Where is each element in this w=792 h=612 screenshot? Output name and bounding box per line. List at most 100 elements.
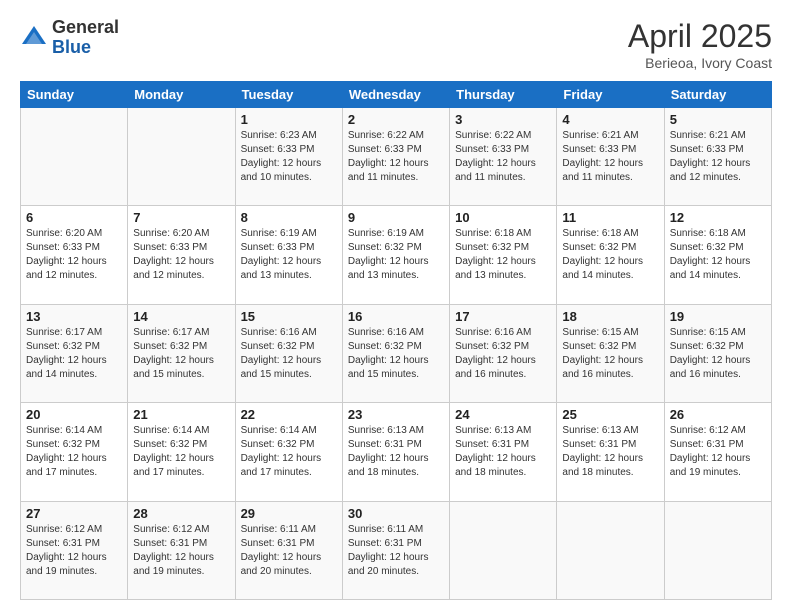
calendar-cell: 11 Sunrise: 6:18 AM Sunset: 6:32 PM Dayli… bbox=[557, 206, 664, 304]
day-header-wednesday: Wednesday bbox=[342, 82, 449, 108]
day-number: 30 bbox=[348, 506, 444, 521]
day-number: 10 bbox=[455, 210, 551, 225]
calendar-cell: 20Sunrise: 6:14 AM Sunset: 6:32 PM Dayli… bbox=[21, 403, 128, 501]
day-info: Sunrise: 6:14 AM Sunset: 6:32 PM Dayligh… bbox=[241, 424, 337, 480]
day-info: Sunrise: 6:16 AM Sunset: 6:32 PM Dayligh… bbox=[455, 326, 551, 382]
calendar-cell: 9 Sunrise: 6:19 AM Sunset: 6:32 PM Daylig… bbox=[342, 206, 449, 304]
day-info: Sunrise: 6:20 AM Sunset: 6:33 PM Dayligh… bbox=[26, 227, 122, 283]
calendar-cell: 22 Sunrise: 6:14 AM Sunset: 6:32 PM Dayli… bbox=[235, 403, 342, 501]
day-number: 9 bbox=[348, 210, 444, 225]
day-number: 8 bbox=[241, 210, 337, 225]
week-row-4: 20Sunrise: 6:14 AM Sunset: 6:32 PM Dayli… bbox=[21, 403, 772, 501]
day-number: 16 bbox=[348, 309, 444, 324]
logo-general: General bbox=[52, 18, 119, 38]
logo-blue: Blue bbox=[52, 38, 119, 58]
day-number: 13 bbox=[26, 309, 122, 324]
day-info: Sunrise: 6:12 AM Sunset: 6:31 PM Dayligh… bbox=[670, 424, 766, 480]
calendar-cell: 29Sunrise: 6:11 AM Sunset: 6:31 PM Dayli… bbox=[235, 501, 342, 599]
week-row-5: 27 Sunrise: 6:12 AM Sunset: 6:31 PM Dayli… bbox=[21, 501, 772, 599]
day-info: Sunrise: 6:14 AM Sunset: 6:32 PM Dayligh… bbox=[26, 424, 122, 480]
day-number: 18 bbox=[562, 309, 658, 324]
day-number: 21 bbox=[133, 407, 229, 422]
calendar-cell: 3 Sunrise: 6:22 AM Sunset: 6:33 PM Daylig… bbox=[450, 108, 557, 206]
day-number: 3 bbox=[455, 112, 551, 127]
week-row-3: 13 Sunrise: 6:17 AM Sunset: 6:32 PM Dayli… bbox=[21, 304, 772, 402]
day-info: Sunrise: 6:13 AM Sunset: 6:31 PM Dayligh… bbox=[455, 424, 551, 480]
day-header-tuesday: Tuesday bbox=[235, 82, 342, 108]
day-info: Sunrise: 6:16 AM Sunset: 6:32 PM Dayligh… bbox=[348, 326, 444, 382]
day-info: Sunrise: 6:21 AM Sunset: 6:33 PM Dayligh… bbox=[670, 129, 766, 185]
calendar-cell: 12 Sunrise: 6:18 AM Sunset: 6:32 PM Dayli… bbox=[664, 206, 771, 304]
day-info: Sunrise: 6:12 AM Sunset: 6:31 PM Dayligh… bbox=[26, 523, 122, 579]
day-number: 24 bbox=[455, 407, 551, 422]
calendar-cell: 5 Sunrise: 6:21 AM Sunset: 6:33 PM Daylig… bbox=[664, 108, 771, 206]
day-info: Sunrise: 6:18 AM Sunset: 6:32 PM Dayligh… bbox=[562, 227, 658, 283]
day-number: 2 bbox=[348, 112, 444, 127]
logo: General Blue bbox=[20, 18, 119, 58]
calendar-cell bbox=[664, 501, 771, 599]
calendar-cell: 17 Sunrise: 6:16 AM Sunset: 6:32 PM Dayli… bbox=[450, 304, 557, 402]
day-info: Sunrise: 6:16 AM Sunset: 6:32 PM Dayligh… bbox=[241, 326, 337, 382]
calendar-cell: 10Sunrise: 6:18 AM Sunset: 6:32 PM Dayli… bbox=[450, 206, 557, 304]
day-info: Sunrise: 6:22 AM Sunset: 6:33 PM Dayligh… bbox=[348, 129, 444, 185]
day-number: 4 bbox=[562, 112, 658, 127]
day-info: Sunrise: 6:22 AM Sunset: 6:33 PM Dayligh… bbox=[455, 129, 551, 185]
day-info: Sunrise: 6:13 AM Sunset: 6:31 PM Dayligh… bbox=[562, 424, 658, 480]
calendar-cell bbox=[450, 501, 557, 599]
location: Berieoa, Ivory Coast bbox=[628, 55, 772, 71]
calendar-cell: 15Sunrise: 6:16 AM Sunset: 6:32 PM Dayli… bbox=[235, 304, 342, 402]
month-title: April 2025 bbox=[628, 18, 772, 55]
calendar-cell: 24 Sunrise: 6:13 AM Sunset: 6:31 PM Dayli… bbox=[450, 403, 557, 501]
day-number: 5 bbox=[670, 112, 766, 127]
calendar-cell: 23Sunrise: 6:13 AM Sunset: 6:31 PM Dayli… bbox=[342, 403, 449, 501]
day-number: 25 bbox=[562, 407, 658, 422]
day-number: 28 bbox=[133, 506, 229, 521]
title-block: April 2025 Berieoa, Ivory Coast bbox=[628, 18, 772, 71]
calendar-cell: 25 Sunrise: 6:13 AM Sunset: 6:31 PM Dayli… bbox=[557, 403, 664, 501]
day-number: 27 bbox=[26, 506, 122, 521]
day-number: 29 bbox=[241, 506, 337, 521]
day-number: 1 bbox=[241, 112, 337, 127]
logo-text: General Blue bbox=[52, 18, 119, 58]
day-number: 19 bbox=[670, 309, 766, 324]
day-number: 7 bbox=[133, 210, 229, 225]
calendar-cell: 28 Sunrise: 6:12 AM Sunset: 6:31 PM Dayli… bbox=[128, 501, 235, 599]
day-number: 17 bbox=[455, 309, 551, 324]
day-info: Sunrise: 6:12 AM Sunset: 6:31 PM Dayligh… bbox=[133, 523, 229, 579]
day-number: 12 bbox=[670, 210, 766, 225]
calendar-cell: 13Sunrise: 6:17 AM Sunset: 6:32 PM Dayli… bbox=[21, 304, 128, 402]
day-info: Sunrise: 6:20 AM Sunset: 6:33 PM Dayligh… bbox=[133, 227, 229, 283]
day-info: Sunrise: 6:18 AM Sunset: 6:32 PM Dayligh… bbox=[670, 227, 766, 283]
calendar-cell: 7 Sunrise: 6:20 AM Sunset: 6:33 PM Daylig… bbox=[128, 206, 235, 304]
day-info: Sunrise: 6:11 AM Sunset: 6:31 PM Dayligh… bbox=[348, 523, 444, 579]
calendar-header-row: SundayMondayTuesdayWednesdayThursdayFrid… bbox=[21, 82, 772, 108]
day-info: Sunrise: 6:13 AM Sunset: 6:31 PM Dayligh… bbox=[348, 424, 444, 480]
day-number: 22 bbox=[241, 407, 337, 422]
calendar-cell: 8 Sunrise: 6:19 AM Sunset: 6:33 PM Daylig… bbox=[235, 206, 342, 304]
logo-icon bbox=[20, 24, 48, 52]
day-info: Sunrise: 6:17 AM Sunset: 6:32 PM Dayligh… bbox=[133, 326, 229, 382]
calendar-cell: 27 Sunrise: 6:12 AM Sunset: 6:31 PM Dayli… bbox=[21, 501, 128, 599]
calendar-cell: 2 Sunrise: 6:22 AM Sunset: 6:33 PM Daylig… bbox=[342, 108, 449, 206]
week-row-1: 1Sunrise: 6:23 AM Sunset: 6:33 PM Daylig… bbox=[21, 108, 772, 206]
calendar-cell: 19Sunrise: 6:15 AM Sunset: 6:32 PM Dayli… bbox=[664, 304, 771, 402]
calendar-cell bbox=[128, 108, 235, 206]
calendar-cell bbox=[21, 108, 128, 206]
day-number: 26 bbox=[670, 407, 766, 422]
day-info: Sunrise: 6:15 AM Sunset: 6:32 PM Dayligh… bbox=[562, 326, 658, 382]
day-number: 11 bbox=[562, 210, 658, 225]
calendar-table: SundayMondayTuesdayWednesdayThursdayFrid… bbox=[20, 81, 772, 600]
day-number: 14 bbox=[133, 309, 229, 324]
day-header-sunday: Sunday bbox=[21, 82, 128, 108]
day-header-monday: Monday bbox=[128, 82, 235, 108]
day-header-thursday: Thursday bbox=[450, 82, 557, 108]
day-info: Sunrise: 6:19 AM Sunset: 6:33 PM Dayligh… bbox=[241, 227, 337, 283]
day-info: Sunrise: 6:21 AM Sunset: 6:33 PM Dayligh… bbox=[562, 129, 658, 185]
day-header-saturday: Saturday bbox=[664, 82, 771, 108]
calendar-cell: 26 Sunrise: 6:12 AM Sunset: 6:31 PM Dayli… bbox=[664, 403, 771, 501]
calendar-cell: 1Sunrise: 6:23 AM Sunset: 6:33 PM Daylig… bbox=[235, 108, 342, 206]
calendar-cell: 21Sunrise: 6:14 AM Sunset: 6:32 PM Dayli… bbox=[128, 403, 235, 501]
day-info: Sunrise: 6:19 AM Sunset: 6:32 PM Dayligh… bbox=[348, 227, 444, 283]
calendar-cell: 14 Sunrise: 6:17 AM Sunset: 6:32 PM Dayli… bbox=[128, 304, 235, 402]
day-number: 6 bbox=[26, 210, 122, 225]
